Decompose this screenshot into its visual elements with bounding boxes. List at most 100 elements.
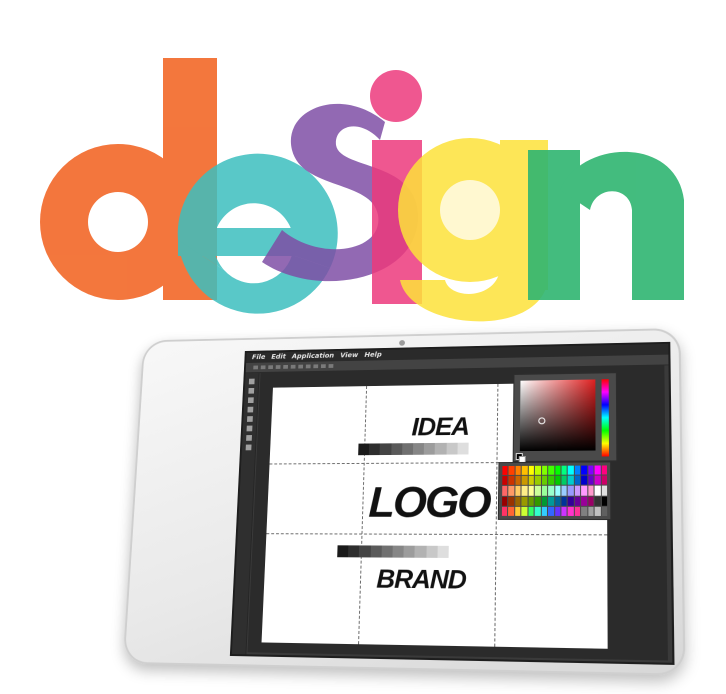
color-swatch[interactable]	[542, 486, 548, 495]
option-icon[interactable]	[298, 365, 303, 369]
color-swatch[interactable]	[508, 507, 514, 516]
color-swatch[interactable]	[541, 507, 547, 516]
color-swatch[interactable]	[595, 476, 601, 485]
marquee-tool-icon[interactable]	[248, 388, 254, 394]
color-swatch[interactable]	[509, 476, 515, 485]
color-field[interactable]	[520, 379, 596, 451]
color-swatch[interactable]	[581, 476, 587, 485]
color-swatch[interactable]	[568, 507, 574, 516]
color-swatch[interactable]	[509, 496, 515, 505]
color-swatch[interactable]	[502, 476, 508, 485]
color-swatch[interactable]	[535, 476, 541, 485]
color-swatch[interactable]	[575, 507, 581, 516]
color-swatch[interactable]	[555, 466, 561, 475]
color-swatch[interactable]	[522, 507, 528, 516]
color-swatch[interactable]	[595, 496, 601, 505]
color-swatch[interactable]	[561, 496, 567, 505]
color-swatch[interactable]	[601, 476, 607, 485]
color-swatch[interactable]	[522, 486, 528, 495]
foreground-background-swatch[interactable]	[516, 453, 524, 461]
color-swatch[interactable]	[515, 486, 521, 495]
option-icon[interactable]	[329, 364, 334, 368]
color-swatch[interactable]	[529, 466, 535, 475]
color-swatch[interactable]	[595, 486, 601, 495]
color-swatch[interactable]	[548, 486, 554, 495]
color-swatch[interactable]	[548, 466, 554, 475]
color-swatch[interactable]	[542, 476, 548, 485]
color-swatch[interactable]	[555, 486, 561, 495]
option-icon[interactable]	[283, 365, 288, 369]
color-swatch[interactable]	[588, 466, 594, 475]
color-swatch[interactable]	[575, 496, 581, 505]
color-swatch[interactable]	[601, 507, 607, 516]
color-swatch[interactable]	[502, 496, 508, 505]
eraser-tool-icon[interactable]	[247, 426, 253, 432]
color-swatch[interactable]	[581, 496, 587, 505]
option-icon[interactable]	[253, 366, 258, 370]
color-swatch[interactable]	[522, 476, 528, 485]
color-swatch[interactable]	[601, 465, 607, 474]
option-icon[interactable]	[306, 365, 311, 369]
color-swatch[interactable]	[561, 486, 567, 495]
color-swatch[interactable]	[561, 466, 567, 475]
color-swatch[interactable]	[535, 507, 541, 516]
color-swatch[interactable]	[595, 507, 601, 516]
color-swatch[interactable]	[561, 507, 567, 516]
menu-help[interactable]: Help	[364, 351, 382, 359]
hue-slider[interactable]	[602, 379, 609, 456]
color-swatch[interactable]	[535, 496, 541, 505]
color-swatch[interactable]	[575, 476, 581, 485]
move-tool-icon[interactable]	[249, 379, 255, 385]
color-swatch[interactable]	[515, 507, 521, 516]
color-swatch[interactable]	[548, 496, 554, 505]
color-swatch[interactable]	[548, 476, 554, 485]
color-swatch[interactable]	[502, 486, 508, 495]
option-icon[interactable]	[321, 364, 326, 368]
color-swatch[interactable]	[528, 496, 534, 505]
brush-tool-icon[interactable]	[247, 416, 253, 422]
color-swatch[interactable]	[515, 476, 521, 485]
color-swatch[interactable]	[595, 465, 601, 474]
color-swatch[interactable]	[588, 496, 594, 505]
option-icon[interactable]	[276, 365, 281, 369]
color-swatch[interactable]	[509, 486, 515, 495]
color-swatch[interactable]	[541, 496, 547, 505]
color-swatch[interactable]	[561, 476, 567, 485]
color-swatch[interactable]	[601, 486, 607, 495]
color-swatch[interactable]	[522, 466, 528, 475]
color-swatch[interactable]	[548, 507, 554, 516]
color-swatch[interactable]	[515, 496, 521, 505]
text-tool-icon[interactable]	[246, 435, 252, 441]
option-icon[interactable]	[313, 364, 318, 368]
color-swatch[interactable]	[568, 466, 574, 475]
color-swatch[interactable]	[601, 496, 607, 505]
color-swatch[interactable]	[528, 476, 534, 485]
crop-tool-icon[interactable]	[247, 407, 253, 413]
color-swatch[interactable]	[568, 486, 574, 495]
color-swatch[interactable]	[555, 496, 561, 505]
color-swatch[interactable]	[588, 486, 594, 495]
menu-file[interactable]: File	[252, 353, 266, 361]
pen-tool-icon[interactable]	[246, 445, 252, 451]
color-swatch[interactable]	[575, 466, 581, 475]
menu-view[interactable]: View	[340, 351, 358, 359]
color-swatch[interactable]	[555, 476, 561, 485]
option-icon[interactable]	[268, 365, 273, 369]
color-swatch[interactable]	[575, 486, 581, 495]
color-swatch[interactable]	[515, 466, 521, 475]
color-swatch[interactable]	[535, 486, 541, 495]
color-swatch[interactable]	[535, 466, 541, 475]
menu-application[interactable]: Application	[292, 352, 334, 360]
color-swatch[interactable]	[588, 507, 594, 516]
color-swatch[interactable]	[502, 466, 508, 475]
color-swatch[interactable]	[509, 466, 515, 475]
color-swatch[interactable]	[528, 486, 534, 495]
color-swatch[interactable]	[581, 507, 587, 516]
color-swatch[interactable]	[528, 507, 534, 516]
color-swatch[interactable]	[588, 476, 594, 485]
option-icon[interactable]	[261, 365, 266, 369]
color-swatch[interactable]	[568, 476, 574, 485]
lasso-tool-icon[interactable]	[248, 397, 254, 403]
color-swatch[interactable]	[555, 507, 561, 516]
color-swatch[interactable]	[568, 496, 574, 505]
